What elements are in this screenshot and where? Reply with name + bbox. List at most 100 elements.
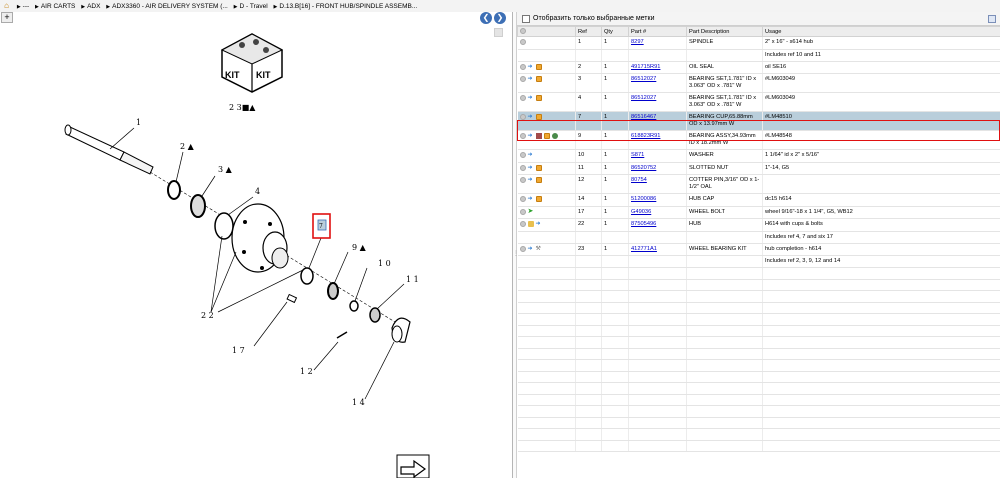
cell-part-number-text[interactable]: 86516467 — [631, 114, 656, 120]
table-row[interactable]: ➜ 2 1 491715R91 OIL SEAL oil SE16 — [517, 61, 1000, 74]
go-to-icon[interactable]: ➜ — [528, 152, 534, 158]
cell-part-number[interactable]: 80754 — [628, 174, 687, 194]
kit-box-icon[interactable] — [543, 133, 550, 139]
status-circle-icon[interactable] — [519, 245, 526, 252]
callout-14[interactable]: 1 4 — [352, 398, 365, 407]
callout-22[interactable]: 2 2 — [201, 311, 214, 320]
next-sheet-arrow-icon[interactable] — [396, 454, 430, 478]
cell-part-number-text[interactable]: 86512027 — [631, 76, 656, 82]
slotted-nut-part[interactable] — [369, 307, 381, 323]
home-icon[interactable]: ⌂ — [2, 0, 11, 12]
bearing-assy-part[interactable] — [327, 282, 339, 300]
status-circle-icon[interactable] — [519, 63, 526, 70]
cell-part-number[interactable] — [628, 231, 687, 244]
table-row[interactable]: ➜ 4 1 86512027 BEARING SET,1.781" ID x 3.063… — [517, 92, 1000, 112]
globe-icon[interactable] — [551, 133, 558, 139]
status-circle-icon[interactable] — [519, 76, 526, 82]
column-header-usage[interactable]: Usage — [762, 26, 1000, 37]
cotter-pin-part[interactable] — [336, 331, 348, 339]
breadcrumb-item[interactable]: ▶ D.13.B[16] - FRONT HUB/SPINDLE ASSEMB..… — [274, 3, 418, 10]
cell-part-number[interactable] — [628, 255, 687, 268]
table-row[interactable]: ➜ ⚒ 23 1 412771A1 WHEEL BEARING KIT hub comple… — [517, 243, 1000, 256]
table-row[interactable]: Includes ref 4, 7 and six 17 — [517, 231, 1000, 244]
status-circle-icon[interactable] — [519, 152, 526, 158]
status-circle-icon[interactable] — [519, 164, 526, 171]
table-row[interactable]: Includes ref 2, 3, 9, 12 and 14 — [517, 255, 1000, 268]
breadcrumb-item[interactable]: ▶ --- — [17, 3, 29, 10]
status-circle-icon[interactable] — [519, 221, 526, 227]
breadcrumb-item[interactable]: ▶ D - Travel — [234, 3, 268, 10]
go-to-icon[interactable]: ➜ — [536, 221, 542, 227]
cell-part-number-text[interactable]: 86520752 — [631, 165, 656, 171]
cell-part-number-text[interactable]: G49036 — [631, 209, 651, 215]
expand-panel-icon[interactable] — [988, 15, 996, 23]
document-icon[interactable] — [535, 133, 542, 139]
go-to-icon[interactable]: ➜ — [528, 133, 534, 139]
callout-2[interactable]: 2 ▲ — [180, 142, 195, 151]
cell-part-number-text[interactable]: S871 — [631, 152, 644, 158]
green-arrow-icon[interactable]: ➤ — [528, 208, 534, 215]
go-to-icon[interactable]: ➜ — [528, 196, 534, 202]
cell-part-number[interactable] — [628, 49, 687, 62]
settings-circle-icon[interactable] — [520, 28, 526, 35]
kit-box-icon[interactable] — [535, 164, 542, 171]
table-row[interactable]: ➜ 10 1 S871 WASHER 1 1/64" id x 2" x 5/16" — [517, 149, 1000, 163]
column-header-qty[interactable]: Qty — [601, 26, 629, 37]
cell-part-number-text[interactable]: 618823R91 — [631, 133, 660, 139]
folder-icon[interactable] — [527, 221, 534, 227]
kit-box-icon[interactable] — [535, 95, 542, 101]
status-circle-icon[interactable] — [519, 133, 526, 139]
kit-box-icon[interactable] — [535, 196, 542, 202]
kit-box-icon[interactable] — [535, 177, 542, 183]
cell-part-number[interactable]: 87505496 — [628, 218, 687, 232]
callout-12[interactable]: 1 2 — [300, 367, 313, 376]
callout-9[interactable]: 9 ▲ — [352, 243, 367, 252]
cell-part-number-text[interactable]: 491715R91 — [631, 64, 660, 70]
column-header-part-number[interactable]: Part # — [628, 26, 687, 37]
breadcrumb-item[interactable]: ▶ ADX3360 - AIR DELIVERY SYSTEM (... — [106, 3, 228, 10]
kit-box-icon[interactable] — [535, 63, 542, 70]
kit-box-icon[interactable] — [535, 76, 542, 82]
callout-17[interactable]: 1 7 — [232, 346, 245, 355]
status-circle-icon[interactable] — [519, 208, 526, 215]
spindle-part[interactable] — [64, 124, 154, 175]
go-to-icon[interactable]: ➜ — [528, 64, 534, 70]
status-circle-icon[interactable] — [519, 196, 526, 202]
tool-icon[interactable]: ⚒ — [536, 246, 542, 252]
cell-part-number[interactable]: G49036 — [628, 206, 687, 219]
cell-part-number[interactable]: 8297 — [628, 36, 687, 50]
cell-part-number-text[interactable]: 86512027 — [631, 95, 656, 101]
cell-part-number[interactable]: S871 — [628, 149, 687, 163]
table-row[interactable]: Includes ref 10 and 11 — [517, 49, 1000, 62]
go-to-icon[interactable]: ➜ — [528, 177, 534, 183]
kit-box-icon[interactable] — [535, 114, 542, 120]
breadcrumb-item[interactable]: ▶ AIR CARTS — [35, 3, 75, 10]
cell-part-number[interactable]: 86520752 — [628, 162, 687, 175]
go-to-icon[interactable]: ➜ — [528, 76, 534, 82]
cell-part-number-text[interactable]: 51200086 — [631, 196, 656, 202]
wheel-bolt-part[interactable] — [286, 293, 298, 304]
table-row[interactable]: ➜ 14 1 51200086 HUB CAP dc15 h614 — [517, 193, 1000, 207]
oil-seal-part[interactable] — [167, 180, 181, 200]
cell-part-number-text[interactable]: 87505496 — [631, 221, 656, 227]
cell-part-number[interactable]: 86512027 — [628, 92, 687, 112]
callout-1[interactable]: 1 — [136, 118, 141, 127]
go-to-icon[interactable]: ➜ — [528, 95, 534, 101]
cell-part-number[interactable]: 412771A1 — [628, 243, 687, 256]
table-row[interactable]: ➜ 9 1 618823R91 BEARING ASSY,34.93mm ID x 18… — [517, 130, 1000, 150]
callout-11[interactable]: 1 1 — [406, 275, 419, 284]
table-row[interactable]: ➜ 12 1 80754 COTTER PIN,3/16" OD x 1-1/2" OA… — [517, 174, 1000, 194]
table-row[interactable]: ➜ 7 1 86516467 BEARING CUP,65.88mm OD x 13.9… — [517, 111, 1000, 131]
cell-part-number-text[interactable]: 8297 — [631, 39, 644, 45]
hub-part[interactable] — [231, 203, 289, 273]
cell-part-number[interactable]: 491715R91 — [628, 61, 687, 74]
bearing-set-part[interactable] — [190, 194, 206, 218]
callout-3[interactable]: 3 ▲ — [218, 165, 233, 174]
table-row[interactable]: ➜ 22 1 87505496 HUB H614 with cups & bolts — [517, 218, 1000, 232]
callout-4[interactable]: 4 — [255, 187, 260, 196]
hub-cap-part[interactable] — [391, 317, 411, 343]
breadcrumb-item[interactable]: ▶ ADX — [81, 3, 100, 10]
go-to-icon[interactable]: ➜ — [528, 165, 534, 171]
cell-part-number-text[interactable]: 412771A1 — [631, 246, 657, 252]
callout-23[interactable]: 2 3■▲ — [229, 103, 256, 112]
